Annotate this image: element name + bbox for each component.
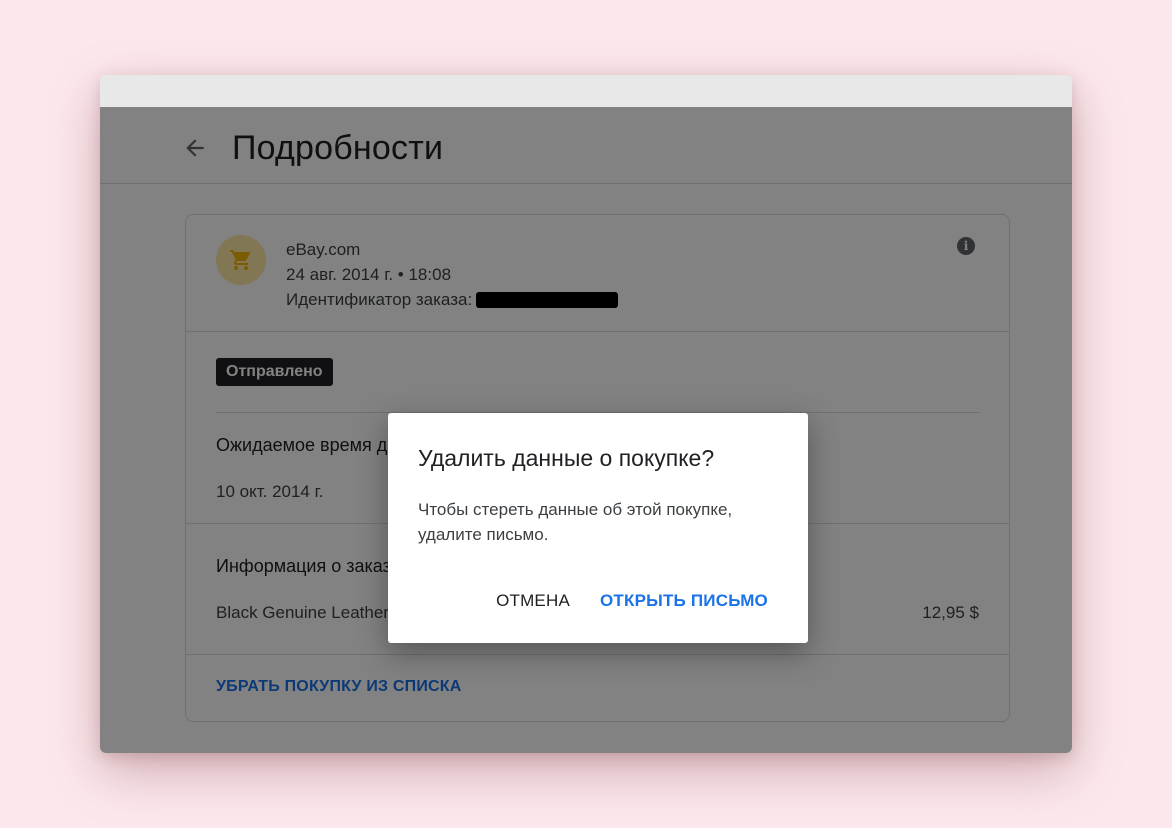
dialog-actions: ОТМЕНА ОТКРЫТЬ ПИСЬМО — [496, 591, 768, 611]
dialog-body: Чтобы стереть данные об этой покупке, уд… — [418, 500, 733, 544]
purchase-details-page: Подробности eBay.com 24 авг. 2014 г. • 1… — [100, 107, 1072, 753]
open-email-button[interactable]: ОТКРЫТЬ ПИСЬМО — [600, 591, 768, 611]
app-window: Подробности eBay.com 24 авг. 2014 г. • 1… — [100, 75, 1072, 753]
delete-purchase-dialog: Удалить данные о покупке? Чтобы стереть … — [388, 413, 808, 643]
dialog-title: Удалить данные о покупке? — [418, 445, 715, 471]
cancel-button[interactable]: ОТМЕНА — [496, 591, 570, 611]
window-titlebar — [100, 75, 1072, 107]
